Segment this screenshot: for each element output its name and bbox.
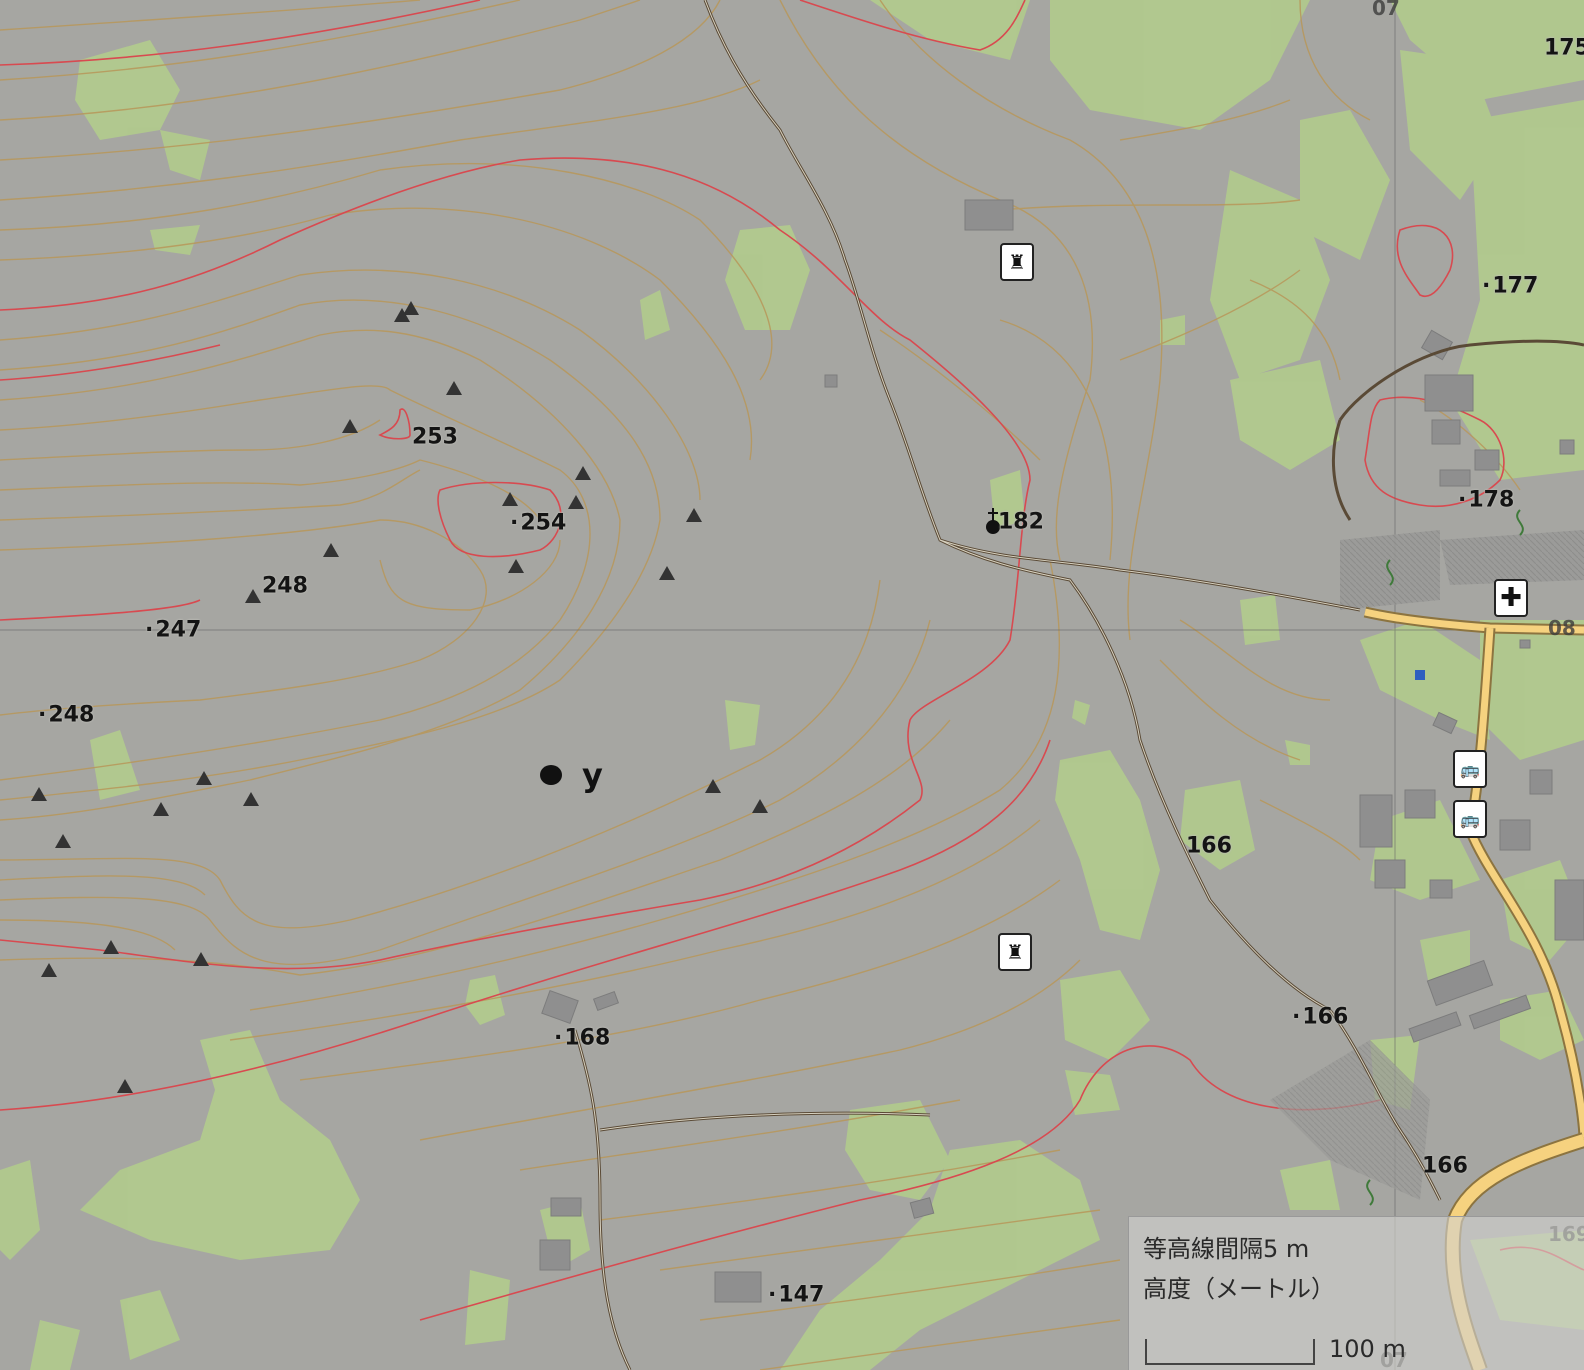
hospital-icon[interactable]: ✚ (1494, 579, 1528, 617)
location-dot-icon (540, 765, 562, 785)
contour-interval-label: 等高線間隔5 m (1143, 1235, 1310, 1263)
elevation-label: 147 (768, 1283, 824, 1308)
water-tower-icon[interactable]: ♜ (1000, 243, 1034, 281)
grid-label: 08 (1548, 616, 1576, 640)
elevation-label: 182 (998, 509, 1044, 535)
bus-stop-icon[interactable]: 🚌 (1453, 800, 1487, 838)
elevation-label: 166 (1422, 1153, 1468, 1179)
grid-label: 07 (1372, 0, 1400, 20)
elevation-label: 166 (1292, 1005, 1348, 1030)
elevation-label: 247 (145, 618, 201, 643)
elevation-label: 175 (1544, 35, 1584, 61)
location-marker-label: y (582, 756, 603, 794)
bus-stop-icon[interactable]: 🚌 (1453, 750, 1487, 788)
elevation-label: 248 (262, 573, 308, 599)
elevation-label: 253 (412, 424, 458, 450)
elevation-label: 248 (38, 703, 94, 728)
buildings (539, 199, 1584, 1303)
elevation-unit-label: 高度（メートル） (1143, 1275, 1335, 1303)
rock-peaks (31, 301, 768, 1093)
water-tower-icon[interactable]: ♜ (998, 933, 1032, 971)
scale-bar (1145, 1339, 1315, 1365)
elevation-label: 177 (1482, 274, 1538, 299)
map-canvas (0, 0, 1584, 1370)
elevation-label: 178 (1458, 488, 1514, 513)
elevation-label: 166 (1186, 833, 1232, 859)
map-legend: 等高線間隔5 m 高度（メートル） 100 m (1128, 1216, 1584, 1370)
scale-label: 100 m (1329, 1335, 1406, 1363)
topographic-map[interactable]: 175 177 253 254 248 247 248 182 178 166 … (0, 0, 1584, 1370)
elevation-label: 168 (554, 1026, 610, 1051)
elevation-label: 254 (510, 511, 566, 536)
